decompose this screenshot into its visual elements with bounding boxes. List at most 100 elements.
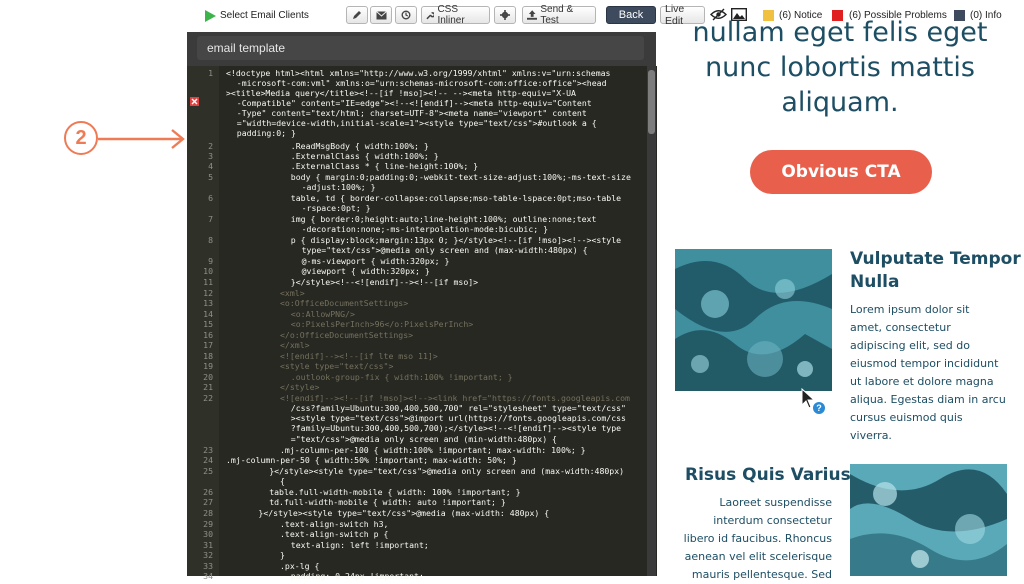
card-title: Risus Quis Varius [685,465,851,485]
code-line: text-align: left !important; [290,540,429,550]
code-line: </o:OfficeDocumentSettings> [280,330,414,340]
code-line: ><style type="text/css">@import url(http… [290,413,626,423]
code-line: ="text/css">@media only screen and (min-… [290,434,557,444]
line-number: 19 [203,361,213,371]
code-line: <xml> [280,288,305,298]
line-number: 25 [203,466,213,476]
code-line: @viewport { width:320px; } [301,266,430,276]
code-line: }</style><!--<![endif]--><!--[if mso]> [290,277,479,287]
marble-image [850,464,1007,576]
code-line: -adjust:100%; } [301,182,376,192]
line-number: 13 [203,298,213,308]
code-line: p { display:block;margin:13px 0; }</styl… [290,235,622,245]
card-body-line: mauris pellentesque. Sed [691,568,832,581]
send-test-button[interactable]: Send & Test [522,4,596,26]
settings-button[interactable] [494,6,516,24]
send-test-label: Send & Test [540,4,574,26]
line-number: 23 [203,445,213,455]
line-number: 30 [203,529,213,539]
select-email-clients-link[interactable]: Select Email Clients [220,10,309,21]
edit-button[interactable] [346,6,368,24]
code-line: ="width=device-width,initial-scale=1"><s… [236,118,597,128]
code-line: { [280,476,285,486]
line-number: 26 [203,487,213,497]
code-line: } [280,550,285,560]
code-line: -rspace:0pt; } [301,203,371,213]
code-line: <o:OfficeDocumentSettings> [280,298,409,308]
card-body-line: interdum consectetur [713,514,832,527]
card-body-line: Lorem ipsum dolor sit [850,303,970,316]
annotation-arrow-icon [98,129,185,149]
obvious-cta-button[interactable]: Obvious CTA [750,150,932,194]
code-line: -Type" content="text/html; charset=UTF-8… [236,108,587,118]
email-button[interactable] [370,6,392,24]
help-badge[interactable]: ? [813,402,825,414]
code-line: .mj-column-per-50 { width:50% !important… [226,455,517,465]
code-line: <style type="text/css"> [280,361,394,371]
template-name-field[interactable]: email template [197,36,644,60]
card-body-line: eiusmod tempor incididunt [850,357,999,370]
line-number: 10 [203,266,213,276]
code-line: <o:PixelsPerInch>96</o:PixelsPerInch> [290,319,474,329]
card-body-line: aliqua. Egestas diam in arcu [850,393,1006,406]
error-marker-icon[interactable] [190,97,199,106]
line-number: 17 [203,340,213,350]
line-number: 11 [203,277,213,287]
code-line: body { margin:0;padding:0;-webkit-text-s… [290,172,631,182]
code-line: .px-lg { [280,561,320,571]
code-line: padding:0; } [236,128,296,138]
line-number: 3 [208,151,213,161]
card-body-line: cursus euismod quis [850,411,963,424]
line-number: 5 [208,172,213,182]
hero-text-line: nullam eget felis eget [692,17,988,48]
line-number: 12 [203,288,213,298]
code-line: .ExternalClass * { line-height:100%; } [290,161,479,171]
editor-scroll-thumb[interactable] [648,70,655,134]
line-number: 29 [203,519,213,529]
code-line: .text-align-switch p { [280,529,389,539]
code-line: ><title>Media query</title><!--[if !mso]… [226,88,576,98]
css-inliner-button[interactable]: CSS Inliner [421,4,490,26]
code-line: </style> [280,382,320,392]
code-line: ?family=Ubuntu:300,400,500,700);</style>… [290,423,622,433]
line-number: 8 [208,235,213,245]
line-number: 9 [208,256,213,266]
history-button[interactable] [395,6,417,24]
line-number: 24 [203,455,213,465]
code-line: <![endif]--><!--[if lte mso 11]> [280,351,438,361]
editor-scrollbar[interactable] [647,66,656,576]
back-label: Back [618,9,644,21]
code-line: img { border:0;height:auto;line-height:1… [290,214,597,224]
code-line: -microsoft-com:vml" xmlns:o="urn:schemas… [236,78,607,88]
card-body-line: viverra. [850,429,892,442]
hero-text-line: aliquam. [781,87,899,118]
line-number: 6 [208,193,213,203]
code-line: }</style><style type="text/css">@media (… [258,508,550,518]
back-button[interactable]: Back [606,6,656,24]
line-number: 32 [203,550,213,560]
line-number: 21 [203,382,213,392]
upload-icon [527,10,538,20]
history-icon [401,10,411,20]
code-line: }</style><style type="text/css">@media o… [269,466,625,476]
code-line: .mj-column-per-100 { width:100% !importa… [280,445,586,455]
envelope-icon [375,10,387,19]
line-number: 33 [203,561,213,571]
marble-image [675,249,832,391]
code-line: </xml> [280,340,310,350]
line-number: 31 [203,540,213,550]
play-icon[interactable] [204,10,216,22]
code-line: padding: 0 24px !important; [290,571,424,581]
code-line: .ExternalClass { width:100%; } [290,151,439,161]
line-number: 2 [208,141,213,151]
card-body-line: aenean vel elit scelerisque [684,550,832,563]
code-line: table, td { border-collapse:collapse;mso… [290,193,622,203]
code-line: td.full-width-mobile { width: auto !impo… [269,497,506,507]
hero-text-line: nunc lobortis mattis [705,52,975,83]
line-number: 18 [203,351,213,361]
step-number-badge: 2 [64,121,98,155]
line-number: 14 [203,309,213,319]
code-line: .ReadMsgBody { width:100%; } [290,141,429,151]
card-body-line: amet, consectetur [850,321,951,334]
code-line: <![endif]--><!--[if !mso]><!--><link hre… [280,393,630,403]
